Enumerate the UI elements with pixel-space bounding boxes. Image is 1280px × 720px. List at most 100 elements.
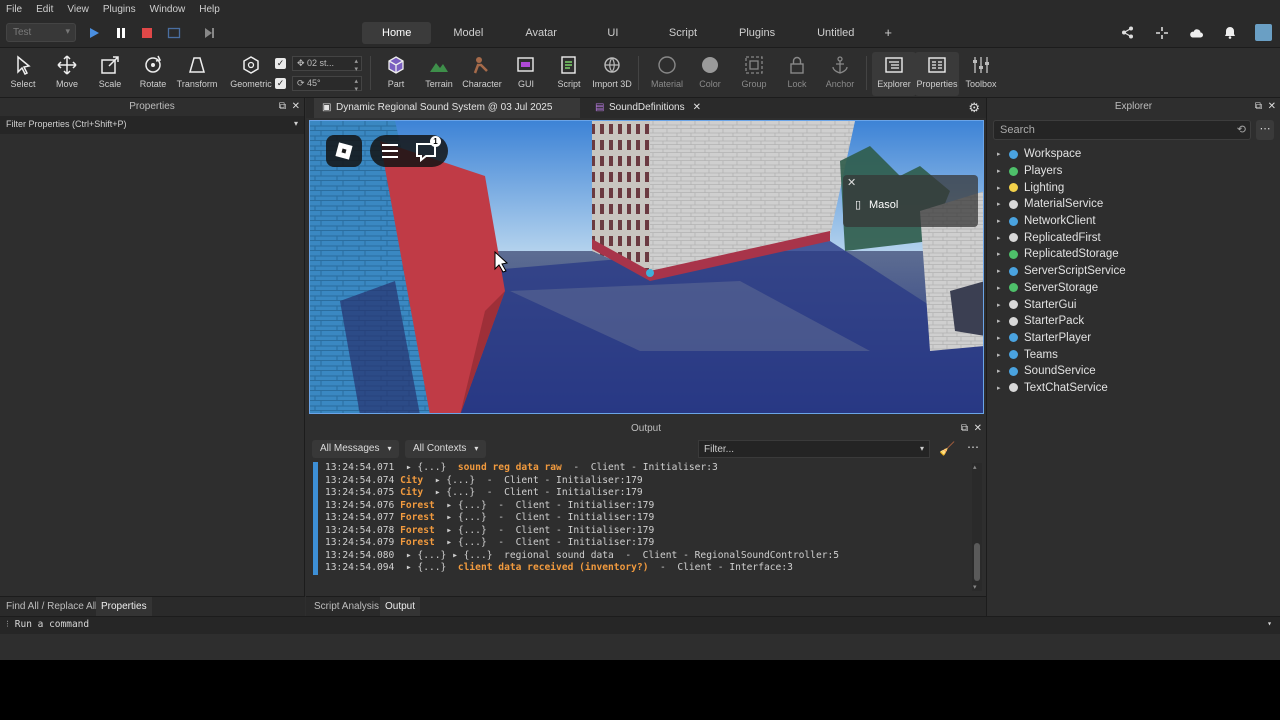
rotate-snap-checkbox[interactable]: ✓ [275, 77, 286, 89]
scale-tool-button[interactable]: Scale [88, 52, 132, 96]
log-line[interactable]: 13:24:54.076 Forest ▸ {...} - Client - I… [312, 500, 976, 513]
history-icon[interactable]: ⟲ [1237, 123, 1246, 136]
explorer-more-icon[interactable]: ⋯ [1256, 120, 1274, 140]
close-icon[interactable]: ✕ [693, 102, 701, 113]
undock-icon[interactable]: ⧉ [1255, 101, 1262, 112]
tab-properties[interactable]: Properties [96, 597, 152, 617]
explorer-item-starterplayer[interactable]: ▸ StarterPlayer [997, 330, 1280, 347]
play-icon[interactable] [86, 25, 102, 41]
scroll-up-icon[interactable]: ▴ [973, 463, 977, 471]
explorer-item-starterpack[interactable]: ▸ StarterPack [997, 313, 1280, 330]
expand-caret-icon[interactable]: ▸ [997, 367, 1007, 375]
chevron-down-icon[interactable]: ▾ [1267, 619, 1272, 628]
explorer-item-replicatedfirst[interactable]: ▸ ReplicatedFirst [997, 229, 1280, 246]
tab-ui[interactable]: UI [579, 22, 647, 44]
script-button[interactable]: Script [547, 52, 591, 96]
user-avatar[interactable] [1255, 24, 1272, 41]
import-3d-button[interactable]: Import 3D [590, 52, 634, 96]
doc-tab-sounddefinitions[interactable]: ▤ SoundDefinitions ✕ [591, 98, 701, 118]
rotate-snap-input[interactable]: ⟳ 45° ▴ ▾ [292, 75, 362, 93]
anchor-button[interactable]: Anchor [818, 52, 862, 96]
rotate-tool-button[interactable]: Rotate [131, 52, 175, 96]
explorer-item-networkclient[interactable]: ▸ NetworkClient [997, 213, 1280, 230]
menu-help[interactable]: Help [199, 4, 220, 15]
tab-output[interactable]: Output [380, 597, 421, 617]
roblox-menu-button[interactable] [326, 135, 362, 167]
chevron-down-icon[interactable]: ▾ [294, 119, 298, 128]
explorer-search-input[interactable]: Search ⟲ [993, 120, 1251, 140]
explorer-item-serverscriptservice[interactable]: ▸ ServerScriptService [997, 263, 1280, 280]
tab-find-all[interactable]: Find All / Replace All [1, 597, 102, 617]
log-line[interactable]: 13:24:54.077 Forest ▸ {...} - Client - I… [312, 512, 976, 525]
tab-home[interactable]: Home [362, 22, 432, 44]
group-button[interactable]: Group [732, 52, 776, 96]
explorer-item-workspace[interactable]: ▸ Workspace [997, 146, 1280, 163]
explorer-item-lighting[interactable]: ▸ Lighting [997, 179, 1280, 196]
lock-button[interactable]: Lock [775, 52, 819, 96]
log-line[interactable]: 13:24:54.071 ▸ {...} sound reg data raw … [312, 462, 976, 475]
expand-caret-icon[interactable]: ▸ [997, 267, 1007, 275]
menu-file[interactable]: File [6, 4, 22, 15]
gear-icon[interactable]: ⚙ [968, 100, 980, 116]
close-icon[interactable]: ✕ [292, 101, 300, 112]
move-tool-button[interactable]: Move [45, 52, 89, 96]
output-filter-input[interactable]: Filter... ▾ [698, 440, 930, 458]
menu-plugins[interactable]: Plugins [103, 4, 136, 15]
log-line[interactable]: 13:24:54.074 City ▸ {...} - Client - Ini… [312, 475, 976, 488]
tab-model[interactable]: Model [433, 22, 503, 44]
output-scrollbar[interactable]: ▴ ▾ [972, 463, 982, 591]
pause-icon[interactable] [113, 25, 129, 41]
color-button[interactable]: Color [688, 52, 732, 96]
expand-caret-icon[interactable]: ▸ [997, 200, 1007, 208]
gui-button[interactable]: GUI [504, 52, 548, 96]
step-icon[interactable] [201, 25, 217, 41]
command-bar[interactable]: ⁝ Run a command ▾ [0, 616, 1280, 634]
close-icon[interactable]: ✕ [847, 176, 856, 189]
toolbox-toggle-button[interactable]: Toolbox [959, 52, 1003, 96]
tab-script[interactable]: Script [649, 22, 717, 44]
expand-caret-icon[interactable]: ▸ [997, 334, 1007, 342]
log-line[interactable]: 13:24:54.078 Forest ▸ {...} - Client - I… [312, 525, 976, 538]
tab-avatar[interactable]: Avatar [505, 22, 577, 44]
explorer-item-players[interactable]: ▸ Players [997, 163, 1280, 180]
log-line[interactable]: 13:24:54.094 ▸ {...} client data receive… [312, 562, 976, 575]
menu-view[interactable]: View [67, 4, 89, 15]
expand-caret-icon[interactable]: ▸ [997, 184, 1007, 192]
share-icon[interactable] [1119, 24, 1136, 41]
collaborate-icon[interactable] [1153, 24, 1170, 41]
expand-caret-icon[interactable]: ▸ [997, 250, 1007, 258]
expand-caret-icon[interactable]: ▸ [997, 317, 1007, 325]
log-line[interactable]: 13:24:54.079 Forest ▸ {...} - Client - I… [312, 537, 976, 550]
expand-caret-icon[interactable]: ▸ [997, 234, 1007, 242]
part-button[interactable]: Part [374, 52, 418, 96]
transform-tool-button[interactable]: Transform [175, 52, 219, 96]
move-snap-input[interactable]: ✥ 02 st... ▴ ▾ [292, 55, 362, 73]
clear-output-icon[interactable]: 🧹 [939, 441, 955, 457]
tab-script-analysis[interactable]: Script Analysis [309, 597, 384, 617]
tab-plugins[interactable]: Plugins [719, 22, 795, 44]
explorer-item-soundservice[interactable]: ▸ SoundService [997, 363, 1280, 380]
message-type-select[interactable]: All Messages ▾ [312, 440, 400, 458]
explorer-item-serverstorage[interactable]: ▸ ServerStorage [997, 280, 1280, 297]
expand-caret-icon[interactable]: ▸ [997, 301, 1007, 309]
expand-caret-icon[interactable]: ▸ [997, 284, 1007, 292]
undock-icon[interactable]: ⧉ [961, 423, 968, 434]
explorer-item-replicatedstorage[interactable]: ▸ ReplicatedStorage [997, 246, 1280, 263]
close-icon[interactable]: ✕ [1268, 101, 1276, 112]
explorer-item-materialservice[interactable]: ▸ MaterialService [997, 196, 1280, 213]
geometric-mode-button[interactable]: Geometric [229, 52, 273, 96]
select-tool-button[interactable]: Select [1, 52, 45, 96]
scroll-down-icon[interactable]: ▾ [973, 583, 977, 591]
menu-window[interactable]: Window [150, 4, 186, 15]
explorer-toggle-button[interactable]: Explorer [872, 52, 916, 96]
move-snap-checkbox[interactable]: ✓ [275, 57, 286, 69]
expand-caret-icon[interactable]: ▸ [997, 167, 1007, 175]
doc-tab-place[interactable]: ▣ Dynamic Regional Sound System @ 03 Jul… [314, 98, 580, 133]
expand-caret-icon[interactable]: ▸ [997, 217, 1007, 225]
more-options-icon[interactable]: ⋯ [967, 440, 979, 454]
close-icon[interactable]: ✕ [974, 423, 982, 434]
character-button[interactable]: Character [460, 52, 504, 96]
stop-icon[interactable] [139, 25, 155, 41]
log-line[interactable]: 13:24:54.075 City ▸ {...} - Client - Ini… [312, 487, 976, 500]
expand-caret-icon[interactable]: ▸ [997, 150, 1007, 158]
